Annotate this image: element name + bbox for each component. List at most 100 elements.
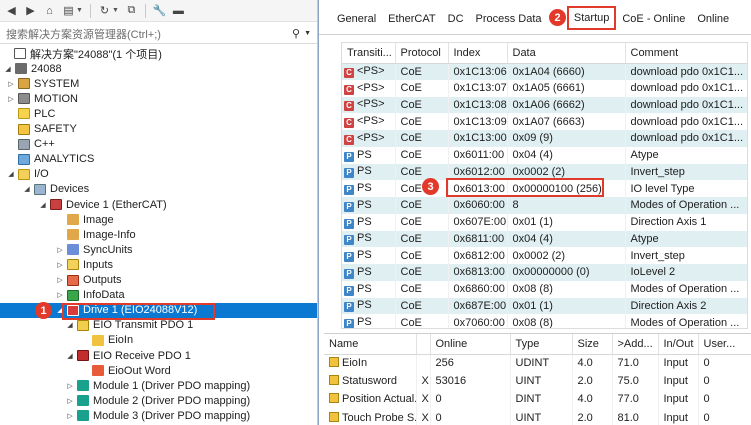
pin-icon[interactable]: ▬	[170, 2, 187, 19]
tree-item[interactable]: ANALYTICS	[0, 152, 317, 167]
tree-item[interactable]: PLC	[0, 106, 317, 121]
type-cell: UINT	[510, 372, 573, 391]
tree-item[interactable]: ▷ Module 2 (Driver PDO mapping)	[0, 393, 317, 408]
tree-item[interactable]: ◢ I/O	[0, 167, 317, 182]
transition-cell: C <PS>	[342, 63, 396, 80]
tree-item[interactable]: ▷ Inputs	[0, 257, 317, 272]
column-header[interactable]: Size	[572, 334, 613, 355]
tree-item[interactable]: C++	[0, 137, 317, 152]
table-row[interactable]: P PS CoE 0x6860:00 0x08 (8) Modes of Operatio…	[342, 280, 747, 298]
tree-item[interactable]: ◢ EIO Receive PDO 1	[0, 348, 317, 363]
table-row[interactable]: Statusword X 53016 UINT 2.0 75.0 Input 0	[324, 372, 751, 391]
table-row[interactable]: Touch Probe S... X 0 UINT 2.0 81.0 Input 0	[324, 408, 751, 425]
toolbar-separator	[144, 3, 146, 18]
column-header[interactable]: Data	[507, 43, 626, 64]
table-row[interactable]: C <PS> CoE 0x1C13:08 0x1A06 (6662) download p…	[342, 96, 747, 114]
tab-online[interactable]: Online	[691, 7, 735, 29]
tree-item[interactable]: ▷ Module 3 (Driver PDO mapping)	[0, 408, 317, 423]
forward-icon[interactable]: ▶	[22, 2, 39, 19]
search-icon[interactable]: ⚲	[292, 27, 300, 40]
collapse-arrow-icon[interactable]: ▷	[55, 261, 65, 269]
table-row[interactable]: C <PS> CoE 0x1C13:09 0x1A07 (6663) download p…	[342, 113, 747, 130]
column-header[interactable]: User...	[698, 334, 751, 355]
wrench-icon[interactable]: 🔧	[151, 2, 168, 19]
search-input[interactable]: 搜索解决方案资源管理器(Ctrl+;)	[6, 26, 161, 42]
explorer-search[interactable]: 搜索解决方案资源管理器(Ctrl+;) ⚲ ▼	[0, 24, 317, 44]
tree-item[interactable]: SAFETY	[0, 122, 317, 137]
copy-icon[interactable]: ⧉	[123, 2, 140, 19]
table-row[interactable]: P PS CoE 0x6012:00 0x0002 (2) Invert_step	[342, 163, 747, 181]
column-header[interactable]: Name	[324, 334, 417, 355]
tree-item[interactable]: 解决方案"24088"(1 个项目)	[0, 46, 317, 61]
column-header[interactable]: >Add...	[612, 334, 659, 355]
column-header[interactable]: Comment	[625, 43, 747, 64]
expand-arrow-icon[interactable]: ◢	[6, 170, 16, 178]
tab-dc[interactable]: DC	[442, 7, 470, 29]
tree-item[interactable]: ◢ EIO Transmit PDO 1	[0, 318, 317, 333]
tree-item[interactable]: ◢ Devices	[0, 182, 317, 197]
expand-arrow-icon[interactable]: ◢	[65, 321, 75, 329]
table-row[interactable]: P PS CoE 0x6011:00 0x04 (4) Atype	[342, 146, 747, 164]
expand-arrow-icon[interactable]: ◢	[38, 201, 48, 209]
folder-icon[interactable]: ▤	[60, 2, 77, 19]
table-row[interactable]: P PS CoE 0x6813:00 0x00000000 (0) IoLevel 2	[342, 264, 747, 281]
table-row[interactable]: P PS CoE 0x607E:00 0x01 (1) Direction Axis 1	[342, 213, 747, 231]
table-row[interactable]: P PS CoE 0x6812:00 0x0002 (2) Invert_step	[342, 247, 747, 264]
tree-item[interactable]: EioOut Word	[0, 363, 317, 378]
column-header[interactable]: In/Out	[658, 334, 699, 355]
expand-arrow-icon[interactable]: ◢	[22, 185, 32, 193]
chevron-down-icon[interactable]: ▼	[112, 7, 119, 14]
collapse-arrow-icon[interactable]: ▷	[55, 246, 65, 254]
comment-cell: Modes of Operation ...	[625, 314, 747, 328]
column-header[interactable]: Transiti...	[342, 43, 396, 64]
tree-item[interactable]: ◢ 24088	[0, 61, 317, 76]
comment-cell: Direction Axis 2	[625, 297, 747, 315]
table-row[interactable]: P PS CoE 0x6060:00 8 Modes of Operation ...	[342, 197, 747, 214]
home-icon[interactable]: ⌂	[41, 2, 58, 19]
expand-arrow-icon[interactable]: ◢	[65, 352, 75, 360]
tab-ethercat[interactable]: EtherCAT	[382, 7, 441, 29]
table-row[interactable]: C <PS> CoE 0x1C13:00 0x09 (9) download pdo 0x…	[342, 130, 747, 147]
chevron-down-icon[interactable]: ▼	[304, 27, 311, 40]
table-row[interactable]: P PS CoE 0x687E:00 0x01 (1) Direction Axis 2	[342, 297, 747, 315]
table-row[interactable]: Position Actual... X 0 DINT 4.0 77.0 Input 0	[324, 390, 751, 409]
tree-item[interactable]: ▷ Outputs	[0, 273, 317, 288]
collapse-arrow-icon[interactable]: ▷	[65, 382, 75, 390]
tab-startup[interactable]: Startup	[566, 6, 617, 30]
collapse-arrow-icon[interactable]: ▷	[6, 80, 16, 88]
tree-item[interactable]: ▷ Module 1 (Driver PDO mapping)	[0, 378, 317, 393]
tab-general[interactable]: General	[331, 7, 382, 29]
tree-item[interactable]: ▷ SYSTEM	[0, 76, 317, 91]
expand-arrow-icon[interactable]: ◢	[55, 306, 65, 314]
table-row[interactable]: EioIn 256 UDINT 4.0 71.0 Input 0	[324, 354, 751, 373]
table-row[interactable]: P PS CoE 0x6013:00 0x00000100 (256) IO level …	[342, 180, 747, 197]
table-row[interactable]: C <PS> CoE 0x1C13:06 0x1A04 (6660) download p…	[342, 63, 747, 80]
column-header[interactable]: Index	[448, 43, 508, 64]
back-icon[interactable]: ◀	[3, 2, 20, 19]
parameter-icon: P	[344, 252, 354, 263]
tree-item[interactable]: ▷ SyncUnits	[0, 242, 317, 257]
expand-arrow-icon[interactable]: ◢	[3, 65, 13, 73]
history-icon[interactable]: ↻	[96, 2, 113, 19]
tab-process-data[interactable]: Process Data	[470, 7, 548, 29]
tree-item[interactable]: Image	[0, 212, 317, 227]
tab-coe-online[interactable]: CoE - Online	[616, 7, 691, 29]
column-header[interactable]: Online	[430, 334, 511, 355]
chevron-down-icon[interactable]: ▼	[76, 7, 83, 14]
column-header[interactable]: Type	[510, 334, 573, 355]
collapse-arrow-icon[interactable]: ▷	[55, 276, 65, 284]
table-row[interactable]: P PS CoE 0x7060:00 0x08 (8) Modes of Operatio…	[342, 314, 747, 328]
collapse-arrow-icon[interactable]: ▷	[65, 397, 75, 405]
table-row[interactable]: C <PS> CoE 0x1C13:07 0x1A05 (6661) download p…	[342, 79, 747, 97]
column-header[interactable]: Protocol	[395, 43, 449, 64]
tree-item[interactable]: ◢ Device 1 (EtherCAT)	[0, 197, 317, 212]
collapse-arrow-icon[interactable]: ▷	[65, 412, 75, 420]
tree-item[interactable]: ▷ InfoData	[0, 288, 317, 303]
tree-item[interactable]: Image-Info	[0, 227, 317, 242]
collapse-arrow-icon[interactable]: ▷	[6, 95, 16, 103]
column-header[interactable]	[416, 334, 431, 355]
tree-item[interactable]: ▷ MOTION	[0, 91, 317, 106]
table-row[interactable]: P PS CoE 0x6811:00 0x04 (4) Atype	[342, 230, 747, 248]
tree-item[interactable]: EioIn	[0, 333, 317, 348]
collapse-arrow-icon[interactable]: ▷	[55, 291, 65, 299]
